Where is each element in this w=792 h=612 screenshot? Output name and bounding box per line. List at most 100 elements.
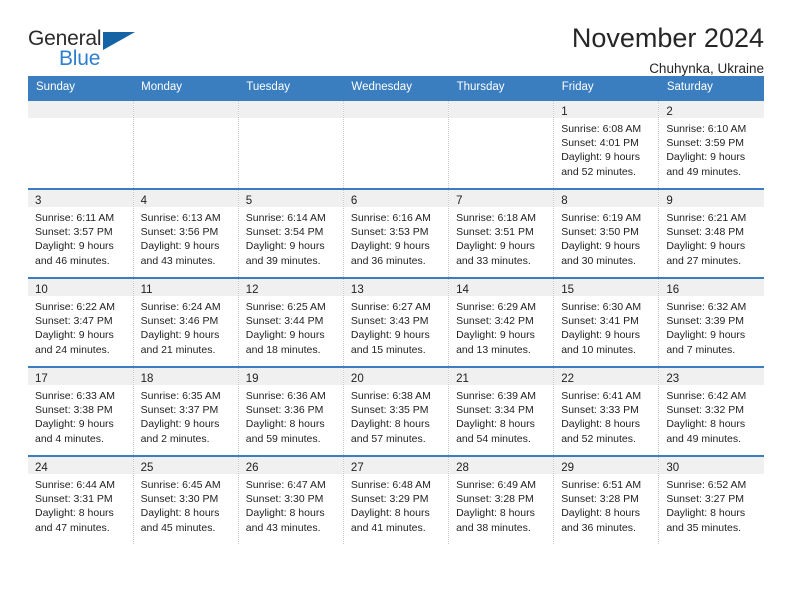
calendar-day-cell[interactable]: 18 Sunrise: 6:35 AM Sunset: 3:37 PM Dayligh… <box>133 366 239 456</box>
calendar-day-cell[interactable]: 19 Sunrise: 6:36 AM Sunset: 3:36 PM Dayligh… <box>238 366 344 456</box>
daylight-text-line2: and 36 minutes. <box>561 521 636 534</box>
sunset-text: Sunset: 3:47 PM <box>35 315 113 328</box>
day-number-band: 8 <box>554 190 659 207</box>
day-number: 26 <box>245 462 259 474</box>
day-number-band: 6 <box>343 190 449 207</box>
day-details: Sunrise: 6:33 AM Sunset: 3:38 PM Daylight:… <box>28 385 133 446</box>
daylight-text-line2: and 4 minutes. <box>35 432 104 445</box>
sunset-text: Sunset: 3:44 PM <box>245 315 324 328</box>
daylight-text-line2: and 7 minutes. <box>666 343 736 356</box>
calendar-day-cell[interactable]: 6 Sunrise: 6:16 AM Sunset: 3:53 PM Daylight… <box>343 188 450 278</box>
daylight-text-line1: Daylight: 9 hours <box>666 151 746 164</box>
daylight-text-line2: and 52 minutes. <box>561 432 636 445</box>
calendar-day-cell[interactable]: 1 Sunrise: 6:08 AM Sunset: 4:01 PM Daylight… <box>553 99 660 189</box>
calendar-day-cell[interactable]: 8 Sunrise: 6:19 AM Sunset: 3:50 PM Daylight… <box>553 188 660 278</box>
calendar-day-cell[interactable]: 2 Sunrise: 6:10 AM Sunset: 3:59 PM Daylight… <box>658 99 764 189</box>
sunset-text: Sunset: 3:46 PM <box>140 315 219 328</box>
daylight-text-line1: Daylight: 9 hours <box>561 151 640 164</box>
calendar-day-cell[interactable]: 13 Sunrise: 6:27 AM Sunset: 3:43 PM Dayligh… <box>343 277 450 367</box>
day-details: Sunrise: 6:44 AM Sunset: 3:31 PM Daylight:… <box>28 474 133 535</box>
calendar-day-cell[interactable]: 4 Sunrise: 6:13 AM Sunset: 3:56 PM Daylight… <box>133 188 239 278</box>
sunset-text: Sunset: 3:48 PM <box>666 226 744 239</box>
calendar-day-cell[interactable]: 26 Sunrise: 6:47 AM Sunset: 3:30 PM Dayligh… <box>238 455 344 544</box>
day-number-band: 3 <box>28 190 133 207</box>
calendar-day-cell[interactable]: 10 Sunrise: 6:22 AM Sunset: 3:47 PM Dayligh… <box>28 277 134 367</box>
calendar-day-cell[interactable]: 9 Sunrise: 6:21 AM Sunset: 3:48 PM Daylight… <box>658 188 764 278</box>
daylight-text-line1: Daylight: 9 hours <box>456 329 535 342</box>
calendar-day-cell[interactable]: 28 Sunrise: 6:49 AM Sunset: 3:28 PM Dayligh… <box>448 455 555 544</box>
daylight-text-line2: and 59 minutes. <box>245 432 321 445</box>
sunset-text: Sunset: 3:35 PM <box>350 404 429 417</box>
weekday-header-wednesday: Wednesday <box>343 76 449 100</box>
sunset-text: Sunset: 3:53 PM <box>350 226 429 239</box>
daylight-text-line2: and 54 minutes. <box>456 432 531 445</box>
day-number-band: 10 <box>28 279 133 296</box>
calendar-day-cell[interactable]: 21 Sunrise: 6:39 AM Sunset: 3:34 PM Dayligh… <box>448 366 555 456</box>
calendar-week-row: 1 Sunrise: 6:08 AM Sunset: 4:01 PM Daylight… <box>28 99 764 189</box>
sunrise-text: Sunrise: 6:48 AM <box>350 479 431 491</box>
day-details: Sunrise: 6:48 AM Sunset: 3:29 PM Daylight:… <box>344 474 448 535</box>
day-number: 24 <box>35 462 48 474</box>
sunset-text: Sunset: 3:39 PM <box>666 315 744 328</box>
sunrise-text: Sunrise: 6:49 AM <box>456 479 537 491</box>
calendar-day-cell[interactable]: 5 Sunrise: 6:14 AM Sunset: 3:54 PM Daylight… <box>238 188 344 278</box>
calendar-day-cell[interactable]: 23 Sunrise: 6:42 AM Sunset: 3:32 PM Dayligh… <box>658 366 764 456</box>
calendar-day-cell-empty <box>133 99 239 189</box>
calendar-day-cell[interactable]: 12 Sunrise: 6:25 AM Sunset: 3:44 PM Dayligh… <box>238 277 344 367</box>
calendar-grid: Sunday Monday Tuesday Wednesday Thursday… <box>28 76 764 544</box>
day-number: 11 <box>140 284 153 296</box>
calendar-day-cell[interactable]: 30 Sunrise: 6:52 AM Sunset: 3:27 PM Dayligh… <box>658 455 764 544</box>
calendar-day-cell[interactable]: 15 Sunrise: 6:30 AM Sunset: 3:41 PM Dayligh… <box>553 277 660 367</box>
daylight-text-line2: and 30 minutes. <box>561 254 636 267</box>
day-number: 6 <box>350 195 358 207</box>
day-number: 5 <box>245 195 253 207</box>
day-number-band: 16 <box>659 279 764 296</box>
day-number-band: 22 <box>554 368 659 385</box>
sunrise-text: Sunrise: 6:14 AM <box>245 212 326 224</box>
calendar-day-cell[interactable]: 25 Sunrise: 6:45 AM Sunset: 3:30 PM Dayligh… <box>133 455 239 544</box>
daylight-text-line2: and 18 minutes. <box>245 343 321 356</box>
day-number: 7 <box>456 195 463 207</box>
calendar-day-cell[interactable]: 22 Sunrise: 6:41 AM Sunset: 3:33 PM Dayligh… <box>553 366 660 456</box>
sunrise-text: Sunrise: 6:47 AM <box>245 479 326 491</box>
sunrise-text: Sunrise: 6:36 AM <box>245 390 326 402</box>
calendar-day-cell[interactable]: 17 Sunrise: 6:33 AM Sunset: 3:38 PM Dayligh… <box>28 366 134 456</box>
calendar-day-cell[interactable]: 11 Sunrise: 6:24 AM Sunset: 3:46 PM Dayligh… <box>133 277 239 367</box>
sunset-text: Sunset: 3:38 PM <box>35 404 113 417</box>
calendar-day-cell[interactable]: 7 Sunrise: 6:18 AM Sunset: 3:51 PM Daylight… <box>448 188 555 278</box>
calendar-day-cell[interactable]: 29 Sunrise: 6:51 AM Sunset: 3:28 PM Dayligh… <box>553 455 660 544</box>
daylight-text-line2: and 39 minutes. <box>245 254 321 267</box>
daylight-text-line1: Daylight: 9 hours <box>140 418 220 431</box>
calendar-day-cell-empty <box>448 99 555 189</box>
daylight-text-line1: Daylight: 9 hours <box>350 240 430 253</box>
day-details: Sunrise: 6:52 AM Sunset: 3:27 PM Daylight:… <box>659 474 764 535</box>
sunrise-text: Sunrise: 6:42 AM <box>666 390 747 402</box>
daylight-text-line1: Daylight: 8 hours <box>35 507 114 520</box>
calendar-day-cell[interactable]: 20 Sunrise: 6:38 AM Sunset: 3:35 PM Dayligh… <box>343 366 450 456</box>
day-number-band: 5 <box>238 190 343 207</box>
weekday-header-thursday: Thursday <box>448 76 554 100</box>
page-subtitle: Chuhynka, Ukraine <box>649 60 764 76</box>
day-number-band: 14 <box>449 279 554 296</box>
daylight-text-line1: Daylight: 8 hours <box>561 507 640 520</box>
sunset-text: Sunset: 3:30 PM <box>140 493 219 506</box>
sunrise-text: Sunrise: 6:41 AM <box>561 390 642 402</box>
calendar-day-cell[interactable]: 3 Sunrise: 6:11 AM Sunset: 3:57 PM Daylight… <box>28 188 134 278</box>
day-number: 17 <box>35 373 48 385</box>
sunrise-text: Sunrise: 6:27 AM <box>350 301 431 313</box>
sunset-text: Sunset: 4:01 PM <box>561 137 639 150</box>
calendar-day-cell[interactable]: 24 Sunrise: 6:44 AM Sunset: 3:31 PM Dayligh… <box>28 455 134 544</box>
day-details: Sunrise: 6:49 AM Sunset: 3:28 PM Daylight:… <box>449 474 553 535</box>
day-details: Sunrise: 6:47 AM Sunset: 3:30 PM Daylight:… <box>239 474 343 535</box>
day-number-band: 7 <box>449 190 554 207</box>
sunset-text: Sunset: 3:57 PM <box>35 226 113 239</box>
calendar-day-cell[interactable]: 27 Sunrise: 6:48 AM Sunset: 3:29 PM Dayligh… <box>343 455 450 544</box>
daylight-text-line1: Daylight: 8 hours <box>245 418 325 431</box>
day-number-band <box>28 101 133 118</box>
sunrise-text: Sunrise: 6:13 AM <box>140 212 221 224</box>
calendar-day-cell[interactable]: 16 Sunrise: 6:32 AM Sunset: 3:39 PM Dayligh… <box>658 277 764 367</box>
brand-logo[interactable]: General Blue <box>28 24 158 70</box>
daylight-text-line1: Daylight: 9 hours <box>245 329 325 342</box>
calendar-day-cell[interactable]: 14 Sunrise: 6:29 AM Sunset: 3:42 PM Dayligh… <box>448 277 555 367</box>
day-details: Sunrise: 6:41 AM Sunset: 3:33 PM Daylight:… <box>554 385 658 446</box>
